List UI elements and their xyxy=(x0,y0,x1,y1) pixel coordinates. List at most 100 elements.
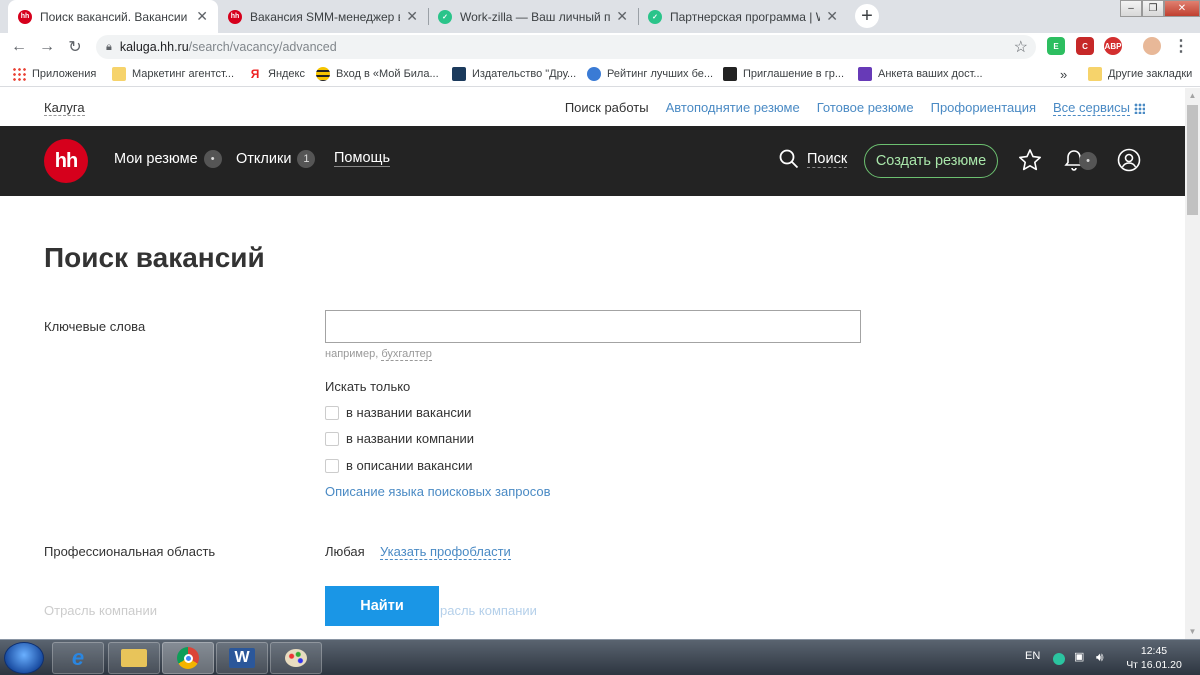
url-host: kaluga.hh.ru xyxy=(119,40,189,54)
bookmark-form[interactable]: Анкета ваших дост... xyxy=(858,66,983,82)
subnav-all-services[interactable]: Все сервисы xyxy=(1053,100,1145,116)
volume-icon[interactable]: 🔊︎ xyxy=(1096,650,1104,665)
nav-help[interactable]: Помощь xyxy=(334,150,391,167)
start-button[interactable] xyxy=(4,642,44,674)
prof-area-link[interactable]: Указать профобласти xyxy=(380,544,511,560)
page-scrollbar[interactable]: ▲ ▼ xyxy=(1185,88,1200,639)
bookmark-publisher[interactable]: Издательство "Дру... xyxy=(452,66,576,82)
checkbox-vacancy-description[interactable]: в описании вакансии xyxy=(325,458,473,473)
subnav-job-search[interactable]: Поиск работы xyxy=(565,100,649,115)
search-icon xyxy=(779,149,799,169)
create-resume-button[interactable]: Создать резюме xyxy=(864,144,998,178)
bookmark-label: Издательство "Дру... xyxy=(472,68,577,80)
query-language-link[interactable]: Описание языка поисковых запросов xyxy=(325,484,551,499)
find-button[interactable]: Найти xyxy=(325,586,439,626)
bookmark-rating[interactable]: Рейтинг лучших бе... xyxy=(587,66,713,82)
clock-time: 12:45 xyxy=(1140,645,1168,657)
new-tab-button[interactable]: + xyxy=(855,4,879,28)
tab-workzilla[interactable]: ✓ Work-zilla — Ваш личный помо ✕ xyxy=(428,0,638,33)
tab-title: Work-zilla — Ваш личный помо xyxy=(460,9,611,24)
close-window-button[interactable]: ✕ xyxy=(1164,0,1200,17)
city-selector[interactable]: Калуга xyxy=(44,100,85,116)
menu-kebab-icon[interactable]: ⋮ xyxy=(1172,37,1190,55)
nav-responses[interactable]: Отклики 1 xyxy=(236,150,316,168)
bookmark-beeline[interactable]: Вход в «Мой Била... xyxy=(316,66,439,82)
evernote-extension-icon[interactable]: E xyxy=(1047,37,1065,55)
industry-link[interactable]: расль компании xyxy=(440,603,537,618)
address-bar[interactable]: 🔒︎ kaluga.hh.ru/search/vacancy/advanced … xyxy=(96,35,1036,59)
bookmark-label: Вход в «Мой Била... xyxy=(336,68,439,80)
tab-hh-smm[interactable]: hh Вакансия SMM-менеджер в Мо ✕ xyxy=(218,0,428,33)
url-path: /search/vacancy/advanced xyxy=(188,40,337,54)
close-tab-icon[interactable]: ✕ xyxy=(406,8,418,25)
chrome-center xyxy=(183,653,193,663)
paint-icon[interactable] xyxy=(270,642,322,674)
scrollbar-thumb[interactable] xyxy=(1187,105,1198,215)
all-services-label: Все сервисы xyxy=(1053,100,1130,116)
hint-example-link[interactable]: бухгалтер xyxy=(381,348,432,361)
extension-icon[interactable]: C xyxy=(1076,37,1094,55)
file-explorer-icon[interactable] xyxy=(108,642,160,674)
header-search-link[interactable]: Поиск xyxy=(779,149,848,169)
keywords-input[interactable] xyxy=(325,310,861,343)
keywords-label: Ключевые слова xyxy=(44,319,146,334)
adblock-plus-icon[interactable]: ABP xyxy=(1104,37,1122,55)
checkbox[interactable] xyxy=(325,431,339,446)
back-arrow-icon[interactable]: ← xyxy=(5,38,33,56)
nav-my-resumes[interactable]: Мои резюме • xyxy=(114,150,222,168)
chrome-icon[interactable] xyxy=(162,642,214,674)
folder-shape xyxy=(121,649,147,667)
close-tab-icon[interactable]: ✕ xyxy=(616,8,628,25)
close-tab-icon[interactable]: ✕ xyxy=(826,8,838,25)
reload-icon[interactable]: ↻ xyxy=(61,37,89,57)
profile-avatar[interactable] xyxy=(1143,37,1161,55)
favorites-star-icon[interactable] xyxy=(1018,148,1042,172)
checkbox[interactable] xyxy=(325,458,339,473)
scroll-down-arrow-icon[interactable]: ▼ xyxy=(1185,624,1200,639)
forward-arrow-icon[interactable]: → xyxy=(33,38,61,56)
checkbox-label: в названии компании xyxy=(346,431,475,446)
network-icon[interactable]: ▣ xyxy=(1074,650,1084,663)
bookmark-invite[interactable]: Приглашение в гр... xyxy=(723,66,844,82)
tab-hh-search[interactable]: hh Поиск вакансий. Вакансии круп ✕ xyxy=(8,0,218,33)
hh-logo[interactable]: hh xyxy=(44,139,88,183)
bookmark-label: Рейтинг лучших бе... xyxy=(607,68,714,80)
bookmark-yandex[interactable]: Я Яндекс xyxy=(248,66,305,82)
bookmark-marketing[interactable]: Маркетинг агентст... xyxy=(112,66,234,82)
browser-toolbar: ← → ↻ 🔒︎ kaluga.hh.ru/search/vacancy/adv… xyxy=(0,33,1200,61)
tray-app-icon[interactable] xyxy=(1053,653,1065,665)
subnav-career-guidance[interactable]: Профориентация xyxy=(931,100,1036,115)
bookmarks-overflow-button[interactable]: » xyxy=(1060,66,1067,82)
checkbox-company-name[interactable]: в названии компании xyxy=(325,431,474,446)
yandex-icon: Я xyxy=(250,67,260,81)
minimize-button[interactable]: – xyxy=(1120,0,1142,17)
prof-area-label: Профессиональная область xyxy=(44,544,216,559)
language-indicator[interactable]: EN xyxy=(1025,650,1040,662)
workzilla-check-icon: ✓ xyxy=(438,9,452,24)
header-search-label: Поиск xyxy=(807,150,848,168)
scroll-up-arrow-icon[interactable]: ▲ xyxy=(1185,88,1200,103)
bookmark-apps[interactable]: Приложения xyxy=(12,66,96,82)
checkbox-label: в описании вакансии xyxy=(346,458,473,473)
bookmark-label: Другие закладки xyxy=(1108,68,1193,80)
tab-workzilla-partner[interactable]: ✓ Партнерская программа | Work ✕ xyxy=(638,0,848,33)
industry-label: Отрасль компании xyxy=(44,603,157,618)
user-profile-icon[interactable] xyxy=(1117,148,1141,172)
internet-explorer-icon[interactable]: e xyxy=(52,642,104,674)
subnav-resume-autoraise[interactable]: Автоподнятие резюме xyxy=(666,100,800,115)
maximize-button[interactable]: ❐ xyxy=(1142,0,1164,17)
close-tab-icon[interactable]: ✕ xyxy=(196,8,208,25)
tab-title: Поиск вакансий. Вакансии круп xyxy=(40,9,190,24)
browser-tab-strip: hh Поиск вакансий. Вакансии круп ✕ hh Ва… xyxy=(0,0,1200,33)
chrome-ring xyxy=(177,647,199,669)
search-only-label: Искать только xyxy=(325,379,411,394)
checkbox[interactable] xyxy=(325,405,339,420)
word-icon[interactable]: W xyxy=(216,642,268,674)
grid-icon xyxy=(1134,103,1145,115)
subnav-ready-resume[interactable]: Готовое резюме xyxy=(817,100,914,115)
bookmark-other[interactable]: Другие закладки xyxy=(1088,66,1192,82)
checkbox-vacancy-title[interactable]: в названии вакансии xyxy=(325,405,471,420)
bookmark-star-icon[interactable]: ☆ xyxy=(1014,37,1028,57)
system-clock[interactable]: 12:45 Чт 16.01.20 xyxy=(1118,644,1190,672)
top-subnav: Калуга Поиск работы Автоподнятие резюме … xyxy=(0,88,1185,126)
